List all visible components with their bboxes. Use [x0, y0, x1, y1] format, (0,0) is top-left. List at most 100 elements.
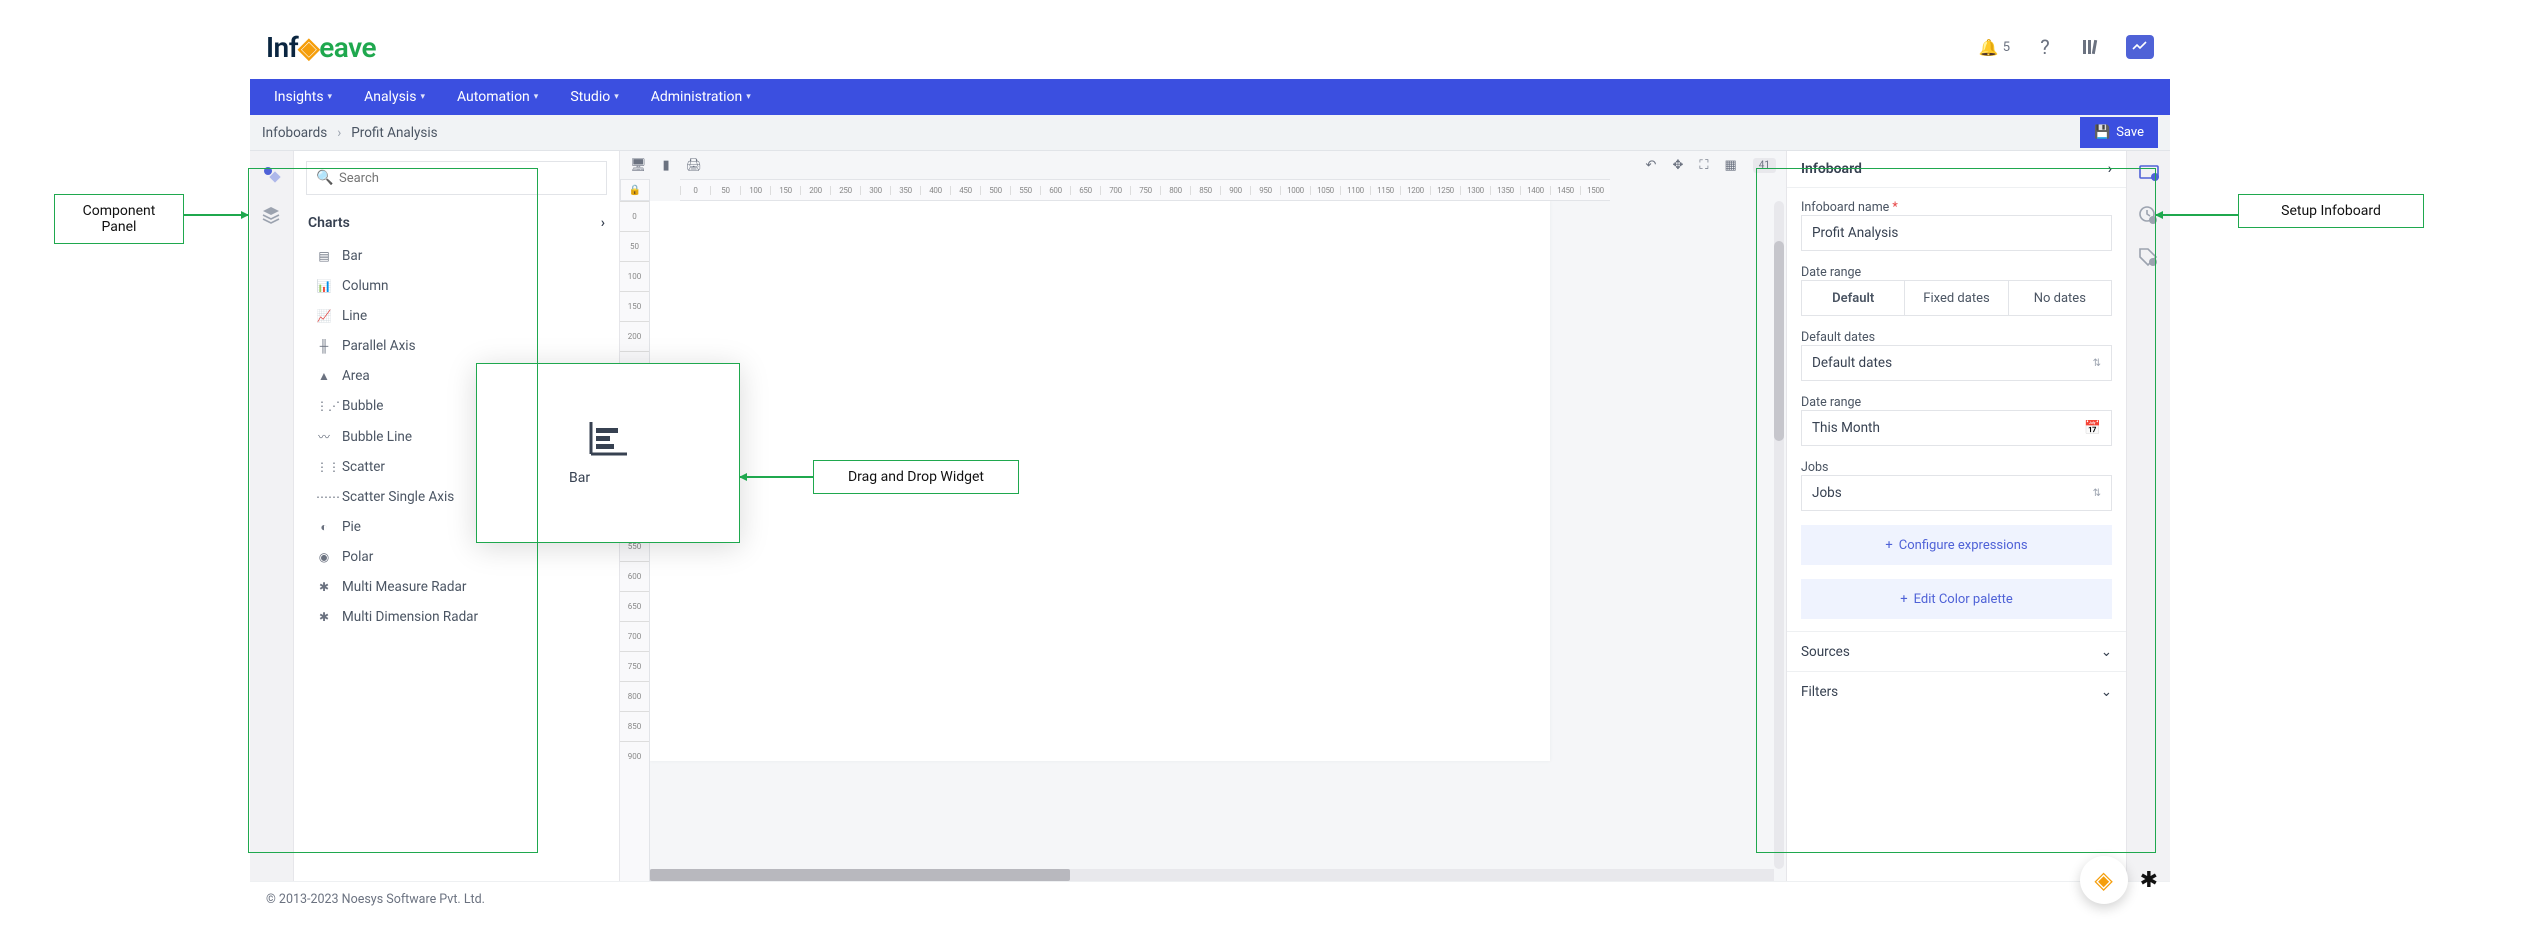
chart-item-parallel-axis[interactable]: ╫Parallel Axis	[294, 331, 619, 361]
header-actions: 🔔 5 ?	[1979, 35, 2154, 59]
monitor-icon[interactable]	[2126, 35, 2154, 59]
charts-category-header[interactable]: Charts ›	[294, 205, 619, 241]
nav-analysis[interactable]: Analysis▾	[348, 89, 441, 105]
jobs-label: Jobs	[1801, 460, 2112, 475]
bar-chart-icon: ▤	[316, 249, 332, 263]
drag-widget-preview[interactable]: Bar	[476, 363, 740, 543]
bubble-line-icon: 〰	[316, 428, 332, 445]
scrollbar-vertical[interactable]	[1774, 201, 1784, 869]
desktop-view-icon[interactable]: 🖥	[630, 158, 647, 173]
fullscreen-icon[interactable]: ⛶	[1699, 158, 1708, 173]
save-button[interactable]: 💾 Save	[2080, 117, 2158, 148]
fab-logo-icon[interactable]: ◈	[2080, 856, 2128, 904]
undo-icon[interactable]: ↶	[1646, 158, 1657, 173]
arrow-icon	[184, 214, 248, 216]
chevron-down-icon: ▾	[534, 92, 539, 102]
chart-item-radar-measure[interactable]: ✱Multi Measure Radar	[294, 572, 619, 602]
nav-label: Administration	[651, 89, 742, 105]
canvas-area: 🖥 ▮ 🖨 ↶ ✥ ⛶ ▦ 41 🔒 050100150200250300350…	[620, 151, 1786, 881]
infoboard-name-input[interactable]	[1801, 215, 2112, 251]
name-field-label: Infoboard name *	[1801, 200, 2112, 215]
nav-insights[interactable]: Insights ▾	[258, 89, 348, 105]
nav-label: Insights	[274, 89, 324, 105]
date-range-picker[interactable]: This Month 📅	[1801, 410, 2112, 446]
scatter-single-icon: ⋯⋯	[316, 490, 332, 504]
chart-item-polar[interactable]: ◉Polar	[294, 542, 619, 572]
logo[interactable]: Inf◈eave	[266, 31, 376, 64]
ruler-horizontal: 0501001502002503003504004505005506006507…	[680, 179, 1610, 201]
scatter-chart-icon: ⋮⋮	[316, 460, 332, 474]
chart-label: Bubble	[342, 398, 383, 414]
right-rail	[2126, 151, 2170, 881]
save-label: Save	[2116, 125, 2144, 140]
nav-administration[interactable]: Administration ▾	[635, 89, 767, 105]
bug-fab: ◈ ✱	[2080, 856, 2158, 904]
chart-label: Multi Dimension Radar	[342, 609, 478, 625]
library-icon[interactable]	[2080, 36, 2102, 58]
seg-default[interactable]: Default	[1802, 281, 1905, 315]
help-icon[interactable]: ?	[2034, 36, 2056, 58]
area-chart-icon: ▲	[316, 369, 332, 383]
filters-accordion[interactable]: Filters ⌄	[1787, 671, 2126, 711]
select-value: Default dates	[1812, 355, 1892, 371]
chart-item-line[interactable]: 📈Line	[294, 301, 619, 331]
chevron-right-icon: ›	[601, 215, 605, 231]
logo-prefix: Inf	[266, 31, 298, 64]
breadcrumb-root[interactable]: Infoboards	[262, 125, 327, 141]
scrollbar-horizontal[interactable]	[650, 869, 1774, 881]
shapes-icon[interactable]	[261, 163, 283, 185]
logo-suffix: eave	[319, 31, 376, 64]
chart-label: Scatter Single Axis	[342, 489, 454, 505]
accordion-label: Filters	[1801, 684, 1838, 700]
canvas-sheet[interactable]	[650, 201, 1550, 761]
polar-chart-icon: ◉	[316, 550, 332, 564]
drag-widget-label: Bar	[569, 470, 590, 486]
date-range-label-2: Date range	[1801, 395, 2112, 410]
layers-icon[interactable]	[261, 205, 283, 227]
sources-accordion[interactable]: Sources ⌄	[1787, 631, 2126, 671]
seg-none[interactable]: No dates	[2009, 281, 2111, 315]
seg-fixed[interactable]: Fixed dates	[1905, 281, 2008, 315]
nav-automation[interactable]: Automation ▾	[441, 89, 554, 105]
zoom-label[interactable]: 41	[1753, 158, 1776, 173]
print-icon[interactable]: 🖨	[686, 158, 703, 173]
bubble-chart-icon: ⋮⋰	[316, 399, 332, 413]
dashboard-settings-icon[interactable]	[2138, 163, 2160, 185]
updown-icon: ⇅	[2093, 488, 2101, 499]
search-input[interactable]	[306, 161, 607, 195]
chevron-down-icon: ▾	[746, 92, 751, 102]
chevron-down-icon: ▾	[614, 92, 619, 102]
chevron-down-icon: ▾	[328, 92, 333, 102]
default-dates-select[interactable]: Default dates ⇅	[1801, 345, 2112, 381]
chart-item-column[interactable]: 📊Column	[294, 271, 619, 301]
chart-item-radar-dimension[interactable]: ✱Multi Dimension Radar	[294, 602, 619, 632]
header-bar: Inf◈eave 🔔 5 ?	[250, 15, 2170, 79]
fit-icon[interactable]: ✥	[1672, 158, 1683, 173]
bug-icon[interactable]: ✱	[2140, 868, 2158, 893]
action-label: Edit Color palette	[1914, 592, 2013, 607]
canvas[interactable]	[650, 201, 1786, 881]
callout-drag-widget: Drag and Drop Widget	[813, 460, 1019, 494]
edit-color-palette-button[interactable]: + Edit Color palette	[1801, 579, 2112, 619]
chart-label: Multi Measure Radar	[342, 579, 466, 595]
tag-settings-icon[interactable]	[2138, 247, 2160, 269]
chevron-right-icon: ›	[2108, 161, 2112, 177]
breadcrumb-current: Profit Analysis	[351, 125, 437, 141]
ruler-lock-icon[interactable]: 🔒	[620, 179, 650, 201]
footer: © 2013-2023 Noesys Software Pvt. Ltd.	[250, 881, 2170, 917]
setup-header[interactable]: Infoboard ›	[1787, 151, 2126, 188]
chart-item-bar[interactable]: ▤Bar	[294, 241, 619, 271]
nav-studio[interactable]: Studio▾	[554, 89, 634, 105]
mobile-view-icon[interactable]: ▮	[663, 158, 670, 173]
chart-label: Parallel Axis	[342, 338, 416, 354]
pie-chart-icon: ◐	[316, 520, 332, 534]
updown-icon: ⇅	[2093, 358, 2101, 369]
configure-expressions-button[interactable]: + Configure expressions	[1801, 525, 2112, 565]
notifications-button[interactable]: 🔔 5	[1979, 38, 2010, 57]
jobs-select[interactable]: Jobs ⇅	[1801, 475, 2112, 511]
main-nav: Insights▾ Analysis▾ Automation▾ Studio▾ …	[250, 79, 2170, 115]
calendar-icon: 📅	[2084, 420, 2101, 436]
nav-label: Automation	[457, 89, 530, 105]
grid-icon[interactable]: ▦	[1724, 158, 1736, 173]
setup-title: Infoboard	[1801, 161, 1862, 177]
